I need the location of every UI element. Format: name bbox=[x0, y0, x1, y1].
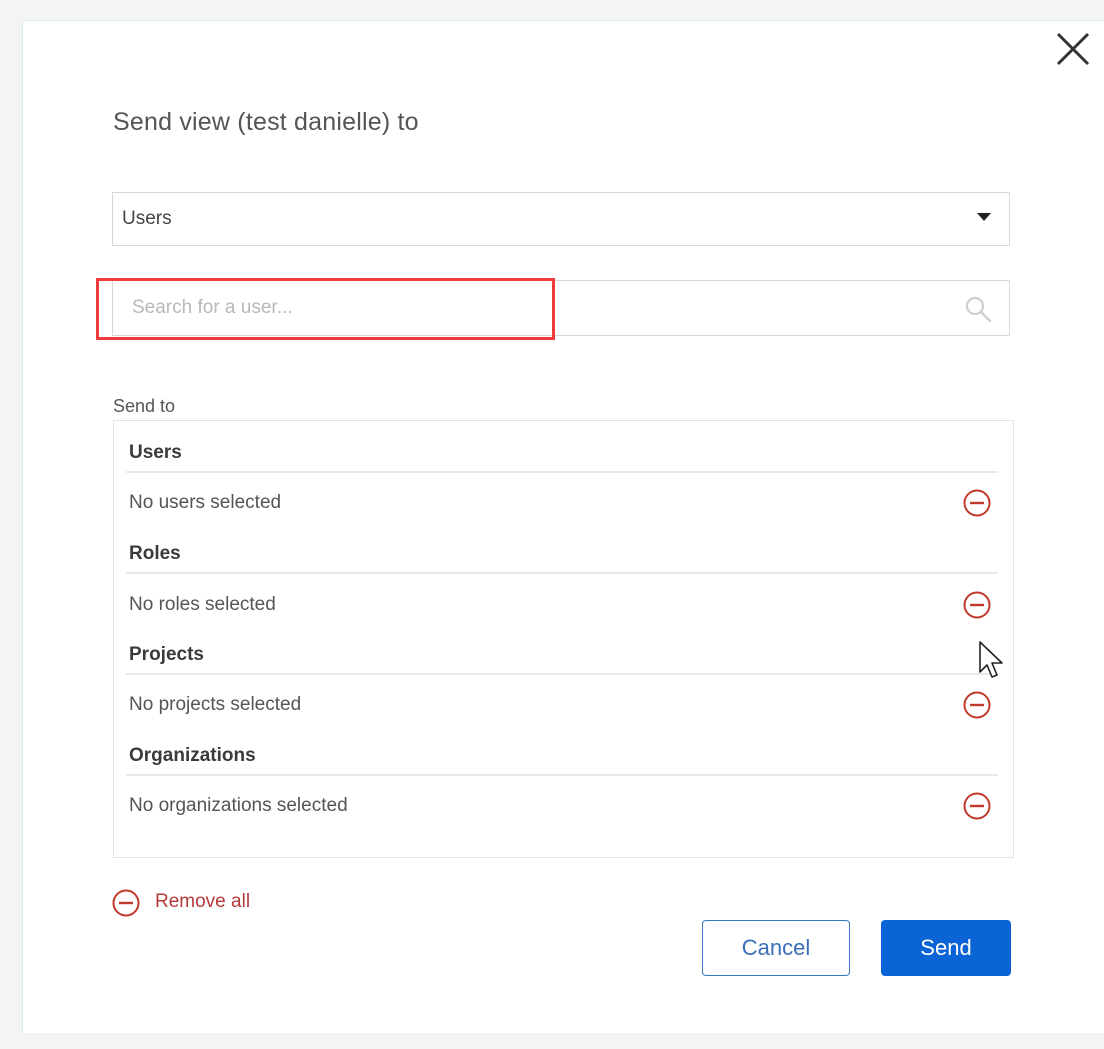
recipient-type-value: Users bbox=[122, 208, 172, 229]
section-title-projects: Projects bbox=[129, 644, 204, 665]
projects-empty-text: No projects selected bbox=[129, 694, 302, 715]
caret-down-icon bbox=[977, 213, 991, 221]
send-to-label: Send to bbox=[113, 396, 176, 416]
close-icon bbox=[1056, 32, 1090, 66]
recipient-type-select[interactable]: Users bbox=[112, 192, 1010, 246]
roles-empty-text: No roles selected bbox=[129, 594, 276, 615]
divider bbox=[126, 572, 998, 574]
remove-all-label: Remove all bbox=[155, 891, 251, 912]
send-to-list: Users No users selected Roles No roles s… bbox=[113, 420, 1014, 858]
divider bbox=[126, 774, 998, 776]
close-button[interactable] bbox=[1054, 30, 1092, 68]
remove-roles-button[interactable] bbox=[962, 590, 992, 620]
divider bbox=[126, 673, 998, 675]
search-icon[interactable] bbox=[963, 294, 993, 324]
remove-users-button[interactable] bbox=[962, 488, 992, 518]
section-title-roles: Roles bbox=[129, 543, 181, 564]
section-title-organizations: Organizations bbox=[129, 745, 256, 766]
divider bbox=[126, 471, 998, 473]
cancel-button[interactable]: Cancel bbox=[702, 920, 850, 976]
section-title-users: Users bbox=[129, 442, 182, 463]
user-search-box bbox=[112, 280, 1010, 336]
organizations-empty-text: No organizations selected bbox=[129, 795, 348, 816]
search-input[interactable] bbox=[113, 281, 972, 335]
screen-background: Send view (test danielle) to Users Send … bbox=[0, 0, 1104, 1049]
dialog-title: Send view (test danielle) to bbox=[113, 108, 419, 136]
remove-projects-button[interactable] bbox=[962, 690, 992, 720]
remove-organizations-button[interactable] bbox=[962, 791, 992, 821]
minus-circle-icon bbox=[112, 889, 140, 917]
users-empty-text: No users selected bbox=[129, 492, 282, 513]
send-button[interactable]: Send bbox=[881, 920, 1011, 976]
